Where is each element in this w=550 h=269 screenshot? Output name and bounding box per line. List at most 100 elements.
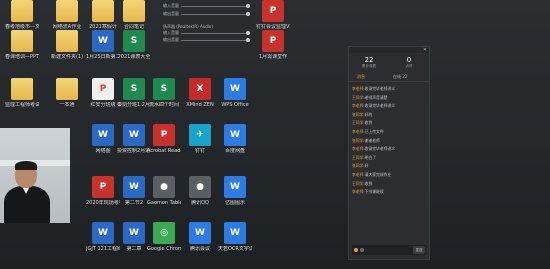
chat-message: 李老师:收录完毕老师讲义 xyxy=(352,145,426,154)
desktop-icon-label: 流水四个时间 xyxy=(148,102,179,108)
chat-text: 收录完毕老师讲义 xyxy=(364,103,396,109)
word-icon: W xyxy=(92,124,114,146)
desktop-icon[interactable]: 合同笔记 xyxy=(117,0,151,30)
live-chat-panel: ✕ 22 累计观看 0 点赞 消息 在线 22 李老师:收录完毕老师讲义 王同学:… xyxy=(348,46,430,260)
volume-knob[interactable] xyxy=(246,12,250,16)
app-blue-icon: W xyxy=(189,222,211,244)
desktop-icon[interactable]: P 2020年现场考有问题 xyxy=(86,176,120,206)
app-blue-icon: W xyxy=(224,222,246,244)
desktop-icon[interactable]: 春课培训—PPT xyxy=(5,30,39,60)
word-icon: W xyxy=(123,176,145,198)
desktop-icon[interactable]: ✈ 钉钉 xyxy=(183,124,217,154)
desktop-icon-label: 网络图 xyxy=(95,148,111,154)
chat-message: 李老师:请大家完成作业 xyxy=(352,171,426,180)
desktop-icon[interactable]: W JGJT 121工程网络 xyxy=(86,222,120,252)
image-icon[interactable] xyxy=(360,248,364,252)
desktop-icon[interactable]: X XMind ZEN xyxy=(183,78,217,108)
stats-bar: 22 累计观看 0 点赞 xyxy=(349,53,429,73)
tab-messages[interactable]: 消息 xyxy=(357,74,365,80)
desktop-icon[interactable]: P 1月需课堂作 xyxy=(256,30,290,60)
desktop-icon-label: 百度网盘 xyxy=(224,148,245,154)
desktop-icon[interactable]: W 百度网盘 xyxy=(218,124,252,154)
chat-message: 王同学:老师声音清楚 xyxy=(352,94,426,103)
chat-text: 好的 xyxy=(364,111,373,117)
emoji-icon[interactable] xyxy=(354,248,358,252)
app-blue-icon: W xyxy=(224,124,246,146)
folder-icon xyxy=(11,78,33,100)
volume-knob[interactable] xyxy=(246,31,250,35)
mixer-row[interactable]: 输出音量 xyxy=(163,37,252,43)
webcam-overlay xyxy=(0,128,70,223)
chat-sender: 王同学: xyxy=(352,94,365,100)
word-icon: W xyxy=(123,124,145,146)
tab-online[interactable]: 在线 22 xyxy=(393,74,407,80)
chat-sender: 张同学: xyxy=(352,163,365,169)
app-gray-icon: ● xyxy=(189,176,211,198)
chat-sender: 王同学: xyxy=(352,120,365,126)
desktop-icon[interactable]: P钉钉会议监理VIP作业 xyxy=(256,0,290,30)
desktop-icon[interactable]: S 秦剑分班1.2月份通表 xyxy=(117,78,151,108)
app-gray-icon: ● xyxy=(153,176,175,198)
app-green-icon: ◎ xyxy=(153,222,175,244)
desktop-icon[interactable]: 网络流A作业 xyxy=(50,0,84,30)
chat-input-bar[interactable]: 发送 xyxy=(352,245,426,255)
desktop-icon-label: 亿图图示 xyxy=(224,200,245,206)
desktop-icon[interactable]: W 第二节2 xyxy=(117,176,151,206)
desktop-icon[interactable]: S 2021课表大全 xyxy=(117,30,151,60)
folder-icon xyxy=(11,30,33,52)
folder-icon xyxy=(56,0,78,22)
chat-sender: 王同学: xyxy=(352,180,365,186)
desktop-icon-label: 1月25日新第二版 xyxy=(86,54,120,60)
desktop-icon-label: 1月需课堂作 xyxy=(258,54,288,60)
desktop-icon[interactable]: W 1月25日新第二版 xyxy=(86,30,120,60)
desktop-icon[interactable]: ● Gaomon Tablet xyxy=(147,176,181,206)
desktop-icon[interactable]: P Acrobat Reader DC xyxy=(147,124,181,154)
desktop-icon[interactable]: S 流水四个时间 xyxy=(147,78,181,108)
pdf-icon: P xyxy=(262,30,284,52)
desktop-icon[interactable]: W 天若OCR文字识别 xyxy=(218,222,252,252)
chat-message: 王同学:收到 xyxy=(352,119,426,128)
chat-text: 已上传文件 xyxy=(364,128,384,134)
desktop-icon[interactable]: W 投资控制2月通表 xyxy=(117,124,151,154)
chat-text: 收录完毕老师讲义 xyxy=(364,146,396,152)
app-teal-icon: ✈ xyxy=(189,124,211,146)
desktop-icon[interactable]: ● 腾讯QQ xyxy=(183,176,217,206)
folder-icon xyxy=(56,78,78,100)
desktop-icon[interactable]: W WPS Office xyxy=(218,78,252,108)
desktop-icon[interactable]: 2021寒假计 xyxy=(86,0,120,30)
mixer-row[interactable]: 输出音量 xyxy=(163,11,252,17)
chat-message: 王同学:明白了 xyxy=(352,154,426,163)
chat-text: 老师声音清楚 xyxy=(364,94,388,100)
excel-icon: S xyxy=(123,78,145,100)
desktop-icon-label: 第二节2 xyxy=(124,200,144,206)
mixer-row[interactable]: 输入音量 xyxy=(163,3,252,9)
stat-likes: 0 点赞 xyxy=(405,56,413,68)
folder-icon xyxy=(123,0,145,22)
desktop-icon[interactable]: 一本通 xyxy=(50,78,84,108)
desktop-icon[interactable]: P 红安分班级 xyxy=(86,78,120,108)
desktop-icon-label: 红安分班级 xyxy=(90,102,116,108)
desktop-icon-label: 秦剑分班1.2月份通表 xyxy=(117,102,151,108)
app-red-icon: X xyxy=(189,78,211,100)
desktop-icon[interactable]: W 亿图图示 xyxy=(218,176,252,206)
desktop-icon-label: 监理工程师考试通表 xyxy=(5,102,39,108)
desktop-icon[interactable]: 春考地级市—文档版 xyxy=(5,0,39,30)
desktop-icon[interactable]: 监理工程师考试通表 xyxy=(5,78,39,108)
folder-icon xyxy=(56,30,78,52)
mixer-row[interactable]: 输入音量 xyxy=(163,30,252,36)
desktop-icon[interactable]: W 腾讯会议 xyxy=(183,222,217,252)
desktop-icon[interactable]: ◎ Google Chrome xyxy=(147,222,181,252)
desktop-icon-label: XMind ZEN xyxy=(186,102,214,108)
desktop-icon[interactable]: W 网络图 xyxy=(86,124,120,154)
desktop-icon[interactable]: 新建文件夹(1) xyxy=(50,30,84,60)
desktop-icon[interactable]: W 第二章 xyxy=(117,222,151,252)
desktop-icon-label: 投资控制2月通表 xyxy=(117,148,151,154)
desktop-icon-label: 腾讯会议 xyxy=(189,246,210,252)
desktop-icon-label: Gaomon Tablet xyxy=(147,200,181,206)
volume-knob[interactable] xyxy=(246,4,250,8)
volume-knob[interactable] xyxy=(246,38,250,42)
send-button[interactable]: 发送 xyxy=(413,246,425,254)
chat-text: 收到 xyxy=(364,180,373,186)
word-icon: W xyxy=(123,222,145,244)
desktop-icon-label: 钉钉 xyxy=(194,148,205,154)
